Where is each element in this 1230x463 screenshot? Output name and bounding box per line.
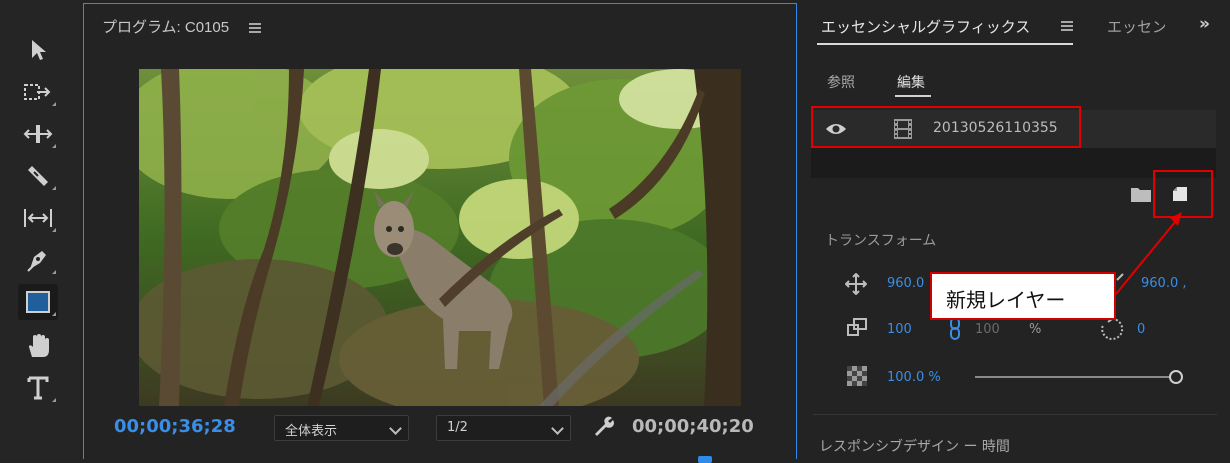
video-frame[interactable] [139,69,741,406]
current-timecode[interactable]: 00;00;36;28 [114,416,236,437]
transform-section-title: トランスフォーム [825,233,937,249]
opacity-value[interactable]: 100.0 % [887,370,941,385]
essential-graphics-panel: エッセンシャルグラフィックス エッセン » 参照 編集 201305261103… [803,0,1230,459]
opacity-icon [847,366,867,386]
rectangle-icon [26,291,50,313]
type-tool[interactable] [18,370,58,406]
track-select-tool[interactable] [18,74,58,110]
hand-tool[interactable] [18,328,58,364]
hand-icon [29,334,49,357]
active-subtab-indicator [895,95,931,97]
opacity-slider-track[interactable] [975,376,1171,378]
more-tabs-icon[interactable]: » [1199,14,1210,34]
scale-value[interactable]: 100 [887,322,912,337]
playhead-handle[interactable] [698,456,712,463]
type-icon [27,376,49,400]
razor-tool[interactable] [18,158,58,194]
position-icon [845,273,867,295]
layer-highlight-box [811,106,1081,148]
section-divider [813,414,1217,415]
program-monitor: プログラム: C0105 00;00;36;28 全体表示 1/2 00;00;… [83,3,797,463]
tab-browse[interactable]: 参照 [827,72,855,92]
panel-menu-icon[interactable] [249,21,262,35]
deer-forest-image [139,69,741,406]
chevron-down-icon [551,422,564,435]
scale-icon [847,318,867,336]
tab-essential-other[interactable]: エッセン [1107,16,1165,37]
pen-tool[interactable] [18,242,58,278]
zoom-level-value: 全体表示 [285,424,338,439]
razor-icon [28,166,48,186]
zoom-level-select[interactable]: 全体表示 [274,415,409,441]
ripple-edit-tool[interactable] [18,116,58,152]
active-tab-indicator [817,43,1073,45]
scale-unlinked-value: 100 [975,322,1000,337]
responsive-design-section-title: レスポンシブデザイン ー 時間 [819,439,1010,455]
tab-edit[interactable]: 編集 [897,72,925,92]
ripple-edit-icon [23,125,53,143]
duration-timecode: 00;00;40;20 [632,416,754,437]
monitor-title: プログラム: C0105 [102,19,230,36]
slip-tool[interactable] [18,200,58,236]
position-x-value[interactable]: 960.0 [887,276,924,291]
scale-percent-label: % [1029,322,1042,337]
pen-icon [27,251,46,272]
resolution-select[interactable]: 1/2 [436,415,571,441]
opacity-slider-handle[interactable] [1169,370,1183,384]
resolution-value: 1/2 [447,420,468,435]
rectangle-tool[interactable] [18,284,58,320]
rotation-value[interactable]: 0 [1137,322,1145,337]
slip-icon [24,209,52,227]
chevron-down-icon [389,422,402,435]
wrench-icon[interactable] [592,415,616,439]
link-icon[interactable] [949,317,961,341]
selection-tool[interactable] [18,32,58,68]
arrow-icon [32,40,46,60]
anchor-icon [1116,273,1124,281]
new-layer-callout: 新規レイヤー [930,272,1116,320]
tab-essential-graphics[interactable]: エッセンシャルグラフィックス [821,16,1030,37]
tools-panel [0,0,80,459]
folder-icon[interactable] [1130,185,1152,203]
anchor-x-value[interactable]: 960.0 , [1141,276,1186,291]
new-layer-highlight-box [1153,170,1213,218]
panel-menu-icon[interactable] [1061,19,1073,33]
track-select-icon [24,84,51,100]
